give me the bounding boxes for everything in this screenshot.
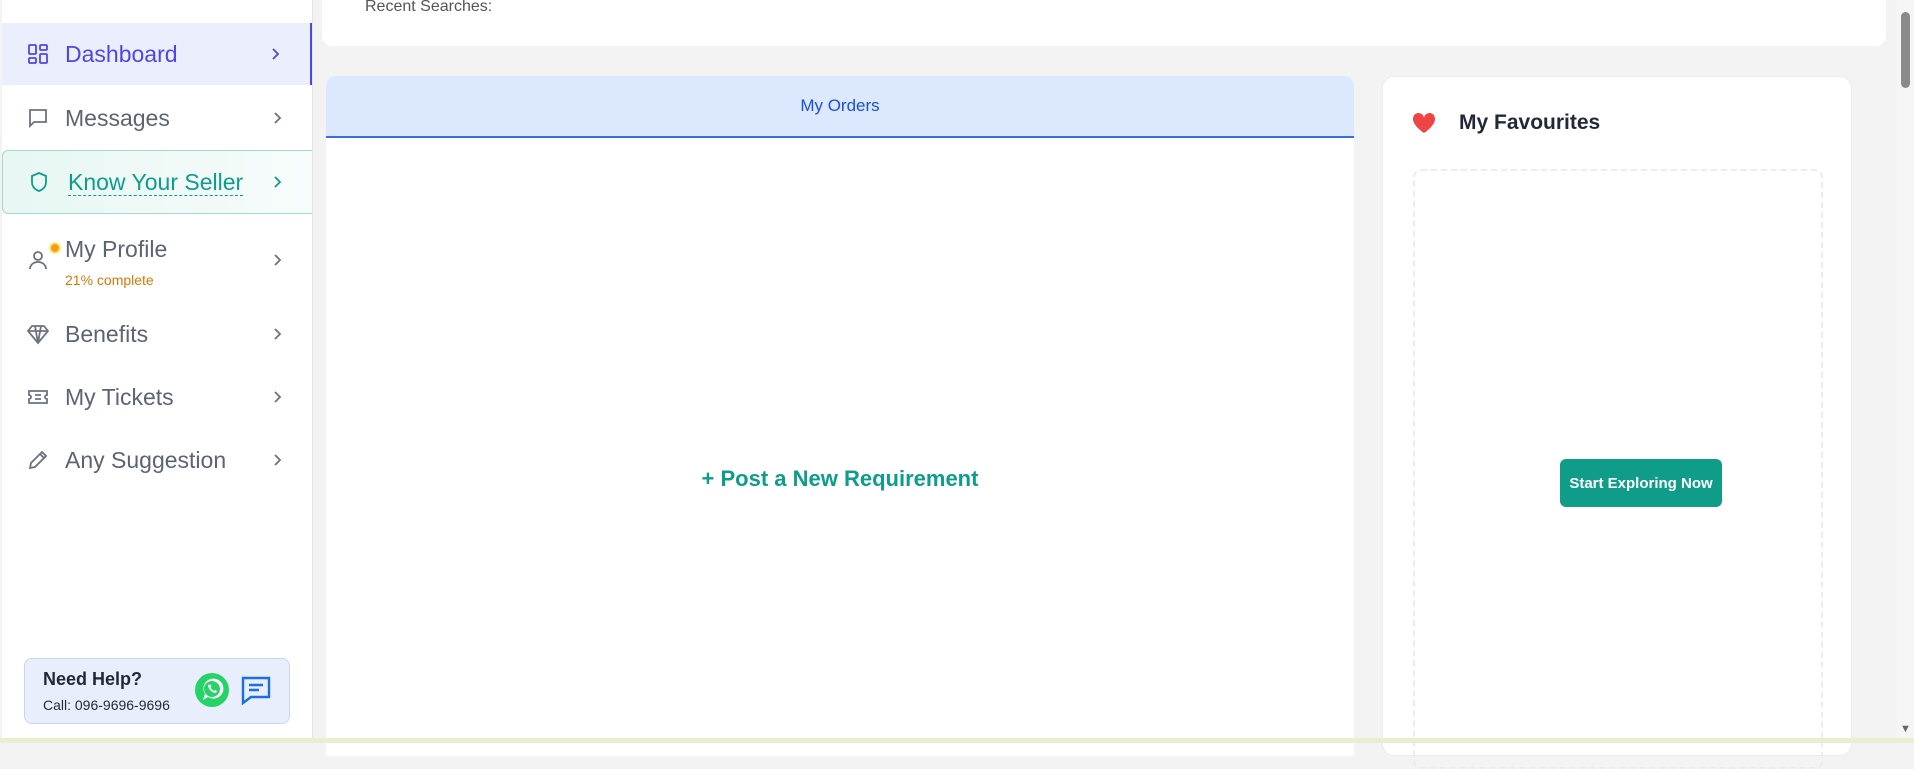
dashboard-icon (28, 44, 48, 64)
sidebar-item-label: Benefits (65, 320, 149, 347)
help-phone: Call: 096-9696-9696 (43, 697, 170, 713)
sidebar-item-label: Any Suggestion (65, 446, 227, 473)
chevron-right-icon (274, 328, 282, 340)
sidebar-item-my-tickets[interactable]: My Tickets (2, 366, 312, 428)
chat-icon[interactable] (239, 673, 273, 707)
sidebar: Dashboard Messages Know Your Seller My P… (2, 0, 313, 743)
shield-icon (31, 172, 47, 192)
message-icon (29, 109, 47, 129)
orders-panel: My Orders + Post a New Requirement (326, 76, 1354, 756)
sidebar-item-label: My Tickets (65, 383, 174, 410)
bottom-strip (0, 738, 1914, 743)
favourites-panel: My Favourites Start Exploring Now (1382, 76, 1852, 769)
whatsapp-icon[interactable] (193, 671, 231, 709)
heart-icon (1412, 112, 1436, 133)
help-title: Need Help? (43, 669, 143, 689)
recent-searches-card: Recent Searches: (322, 0, 1886, 46)
sidebar-item-label: Messages (65, 104, 170, 131)
recent-searches-label: Recent Searches: (365, 0, 493, 15)
chevron-right-icon (274, 112, 282, 124)
profile-completion: 21% complete (65, 272, 154, 288)
sidebar-item-label: My Profile (65, 236, 168, 262)
sidebar-item-any-suggestion[interactable]: Any Suggestion (2, 429, 312, 491)
start-exploring-button[interactable]: Start Exploring Now (1560, 459, 1722, 507)
sidebar-top (2, 0, 312, 22)
chevron-right-icon (274, 454, 282, 466)
help-box: Need Help? Call: 096-9696-9696 (24, 658, 290, 724)
tab-my-orders[interactable]: My Orders (326, 76, 1354, 138)
diamond-icon (26, 325, 50, 345)
notification-dot (49, 242, 61, 254)
post-requirement-link[interactable]: + Post a New Requirement (326, 466, 1354, 492)
scrollbar-thumb[interactable] (1901, 12, 1910, 88)
sidebar-item-messages[interactable]: Messages (2, 87, 312, 149)
sidebar-item-dashboard[interactable]: Dashboard (2, 23, 312, 85)
scrollbar[interactable]: ▼ (1897, 0, 1914, 743)
sidebar-item-label: Know Your Seller (68, 168, 244, 196)
chevron-right-icon (274, 176, 282, 188)
sidebar-item-my-profile[interactable]: My Profile 21% complete (2, 226, 312, 294)
chevron-right-icon (274, 391, 282, 403)
sidebar-item-benefits[interactable]: Benefits (2, 303, 312, 365)
chevron-right-icon (274, 254, 282, 266)
sidebar-item-know-your-seller[interactable]: Know Your Seller (2, 150, 312, 214)
user-icon (29, 251, 47, 270)
pencil-icon (28, 450, 48, 470)
ticket-icon (28, 390, 48, 404)
scroll-down-arrow-icon[interactable]: ▼ (1900, 723, 1911, 735)
favourites-title: My Favourites (1459, 111, 1601, 134)
chevron-right-icon (272, 48, 280, 60)
sidebar-item-label: Dashboard (65, 40, 178, 67)
